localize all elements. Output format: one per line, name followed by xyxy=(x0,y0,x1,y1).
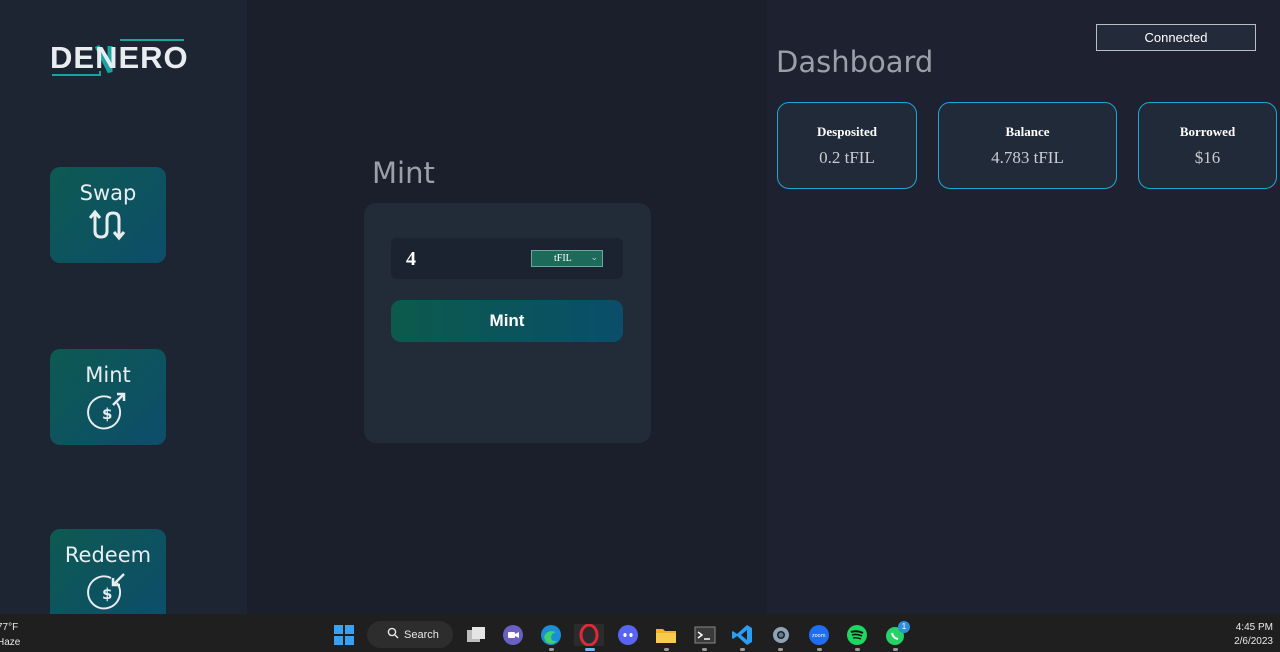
windows-start-icon[interactable] xyxy=(333,624,355,646)
chevron-down-icon: ⌄ xyxy=(590,252,598,262)
stat-value: $16 xyxy=(1194,148,1221,167)
stat-value: 4.783 tFIL xyxy=(991,148,1064,167)
search-label: Search xyxy=(404,628,439,641)
sidebar-item-swap[interactable]: Swap xyxy=(50,167,166,263)
running-indicator xyxy=(778,648,783,651)
clock-time: 4:45 PM xyxy=(1235,622,1273,633)
stat-card-borrowed: Borrowed $16 xyxy=(1138,102,1277,189)
stat-card-balance: Balance 4.783 tFIL xyxy=(938,102,1117,189)
edge-icon[interactable] xyxy=(540,624,562,646)
swap-arrows-icon xyxy=(88,209,127,246)
svg-text:$: $ xyxy=(102,405,112,423)
running-indicator xyxy=(893,648,898,651)
running-indicator xyxy=(817,648,822,651)
token-select[interactable]: tFIL ⌄ xyxy=(531,250,603,267)
terminal-icon[interactable] xyxy=(694,624,716,646)
taskbar xyxy=(0,614,1280,652)
stat-label: Desposited xyxy=(817,124,877,139)
svg-text:$: $ xyxy=(102,585,112,603)
dashboard-panel xyxy=(767,0,1280,614)
stat-label: Balance xyxy=(1005,124,1050,139)
stat-card-deposited: Desposited 0.2 tFIL xyxy=(777,102,917,189)
stat-value: 0.2 tFIL xyxy=(819,148,875,167)
sidebar-item-label: Mint xyxy=(85,363,131,387)
search-icon xyxy=(387,627,399,642)
running-indicator xyxy=(549,648,554,651)
active-indicator xyxy=(585,648,595,651)
teams-chat-icon[interactable] xyxy=(502,624,524,646)
running-indicator xyxy=(740,648,745,651)
denero-logo[interactable]: DENERO xyxy=(50,38,189,78)
svg-text:zoom: zoom xyxy=(812,633,826,639)
dollar-arrow-in-icon: $ xyxy=(87,571,129,614)
sidebar-item-label: Swap xyxy=(79,181,137,205)
taskbar-search[interactable]: Search xyxy=(367,621,453,648)
spotify-icon[interactable] xyxy=(846,624,868,646)
clock-date: 2/6/2023 xyxy=(1234,636,1273,647)
discord-icon[interactable] xyxy=(617,624,639,646)
running-indicator xyxy=(855,648,860,651)
page-title: Mint xyxy=(372,156,435,190)
dashboard-title: Dashboard xyxy=(776,45,934,79)
weather-desc: Haze xyxy=(0,637,21,648)
connected-button[interactable]: Connected xyxy=(1096,24,1256,51)
running-indicator xyxy=(664,648,669,651)
sidebar-item-label: Redeem xyxy=(64,543,152,567)
sidebar: DENERO Swap Mint $ Redeem $ xyxy=(0,0,247,614)
amount-value[interactable]: 4 xyxy=(406,248,416,271)
mint-button[interactable]: Mint xyxy=(391,300,623,342)
task-view-icon[interactable] xyxy=(465,624,487,646)
zoom-icon[interactable]: zoom xyxy=(808,624,830,646)
sidebar-item-mint[interactable]: Mint $ xyxy=(50,349,166,445)
system-clock[interactable]: 4:45 PM 2/6/2023 xyxy=(1234,621,1273,649)
opera-icon[interactable] xyxy=(574,620,604,647)
settings-icon[interactable] xyxy=(770,624,792,646)
running-indicator xyxy=(702,648,707,651)
sidebar-item-redeem[interactable]: Redeem $ xyxy=(50,529,166,614)
dollar-arrow-out-icon: $ xyxy=(87,391,129,436)
weather-widget[interactable]: 77°F Haze xyxy=(0,620,20,650)
stat-label: Borrowed xyxy=(1179,124,1236,139)
notification-badge: 1 xyxy=(898,621,910,633)
logo-text: DENERO xyxy=(50,40,189,75)
token-select-value: tFIL xyxy=(554,253,572,264)
vscode-icon[interactable] xyxy=(731,624,753,646)
weather-temp: 77°F xyxy=(0,622,19,633)
file-explorer-icon[interactable] xyxy=(655,624,677,646)
